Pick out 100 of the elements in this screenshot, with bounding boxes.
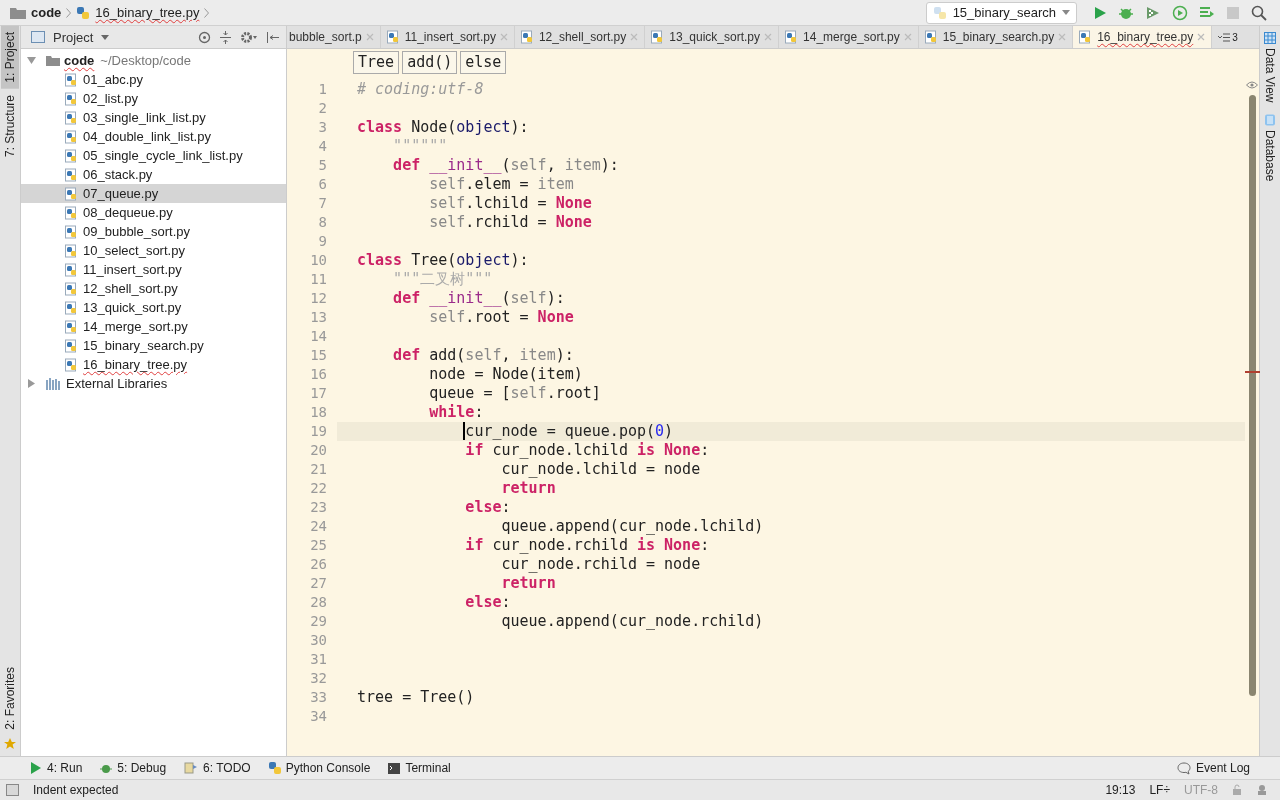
stop-icon[interactable] bbox=[1226, 5, 1240, 20]
library-icon bbox=[46, 377, 62, 390]
tree-item[interactable]: 04_double_link_list.py bbox=[21, 127, 286, 146]
code-line: cur_node.lchild = node bbox=[501, 460, 701, 478]
tree-item[interactable]: 13_quick_sort.py bbox=[21, 298, 286, 317]
coverage-icon[interactable] bbox=[1145, 4, 1161, 21]
run-icon[interactable] bbox=[1093, 5, 1107, 20]
cursor-position[interactable]: 19:13 bbox=[1105, 783, 1136, 797]
breadcrumb[interactable]: 16_binary_tree.py bbox=[95, 5, 200, 20]
search-icon[interactable] bbox=[1251, 4, 1267, 21]
python-file-icon bbox=[65, 338, 79, 353]
editor-tab[interactable]: 13_quick_sort.py bbox=[645, 26, 780, 48]
structure-breadcrumb[interactable]: add() bbox=[402, 51, 458, 74]
tree-item[interactable]: 06_stack.py bbox=[21, 165, 286, 184]
tree-item[interactable]: 05_single_cycle_link_list.py bbox=[21, 146, 286, 165]
list-icon[interactable] bbox=[1199, 5, 1215, 20]
python-icon bbox=[268, 762, 281, 774]
editor-tab[interactable]: 12_shell_sort.py bbox=[514, 26, 646, 48]
tool-window-button[interactable]: 6: TODO bbox=[184, 761, 251, 775]
editor-tab[interactable]: 16_binary_tree.py bbox=[1073, 26, 1213, 48]
code-line: def __init__(self): bbox=[393, 289, 565, 307]
tool-window-button[interactable]: 5: Debug bbox=[100, 761, 167, 775]
python-file-icon bbox=[65, 110, 79, 125]
tree-item[interactable]: 09_bubble_sort.py bbox=[21, 222, 286, 241]
tool-window-tab[interactable]: 7: Structure bbox=[1, 88, 19, 163]
editor-tab[interactable]: bubble_sort.p bbox=[287, 26, 381, 48]
tree-item[interactable]: code ~/Desktop/code bbox=[21, 51, 286, 70]
line-number: 21 bbox=[309, 460, 328, 479]
target-icon[interactable] bbox=[198, 30, 211, 44]
tool-window-tab[interactable]: 2: Favorites bbox=[1, 661, 19, 736]
close-icon[interactable] bbox=[365, 33, 374, 41]
status-message: Indent expected bbox=[33, 783, 119, 797]
tree-item[interactable]: 01_abc.py bbox=[21, 70, 286, 89]
line-number: 1 bbox=[317, 80, 328, 99]
tool-window-button[interactable]: Terminal bbox=[388, 761, 451, 775]
line-number: 19 bbox=[309, 422, 328, 441]
close-icon[interactable] bbox=[630, 33, 639, 41]
code-line: while: bbox=[429, 403, 484, 421]
tree-item[interactable]: External Libraries bbox=[21, 374, 286, 393]
settings-icon[interactable] bbox=[240, 30, 258, 44]
close-icon[interactable] bbox=[764, 33, 773, 41]
database-icon bbox=[1264, 114, 1276, 127]
tool-window-tab[interactable]: Database bbox=[1263, 108, 1277, 188]
tool-window-tab[interactable]: Data View bbox=[1263, 26, 1277, 109]
line-separator[interactable]: LF÷ bbox=[1149, 783, 1170, 797]
tab-overflow-button[interactable]: 3 bbox=[1212, 26, 1244, 48]
code-line: tree = Tree() bbox=[357, 688, 475, 706]
editor-tab[interactable]: 14_merge_sort.py bbox=[779, 26, 919, 48]
code-line: cur_node = queue.pop(0) bbox=[465, 422, 674, 440]
tool-window-button[interactable]: 4: Run bbox=[30, 761, 83, 775]
tree-item[interactable]: 08_dequeue.py bbox=[21, 203, 286, 222]
code-line: cur_node.rchild = node bbox=[501, 555, 701, 573]
tree-item[interactable]: 03_single_link_list.py bbox=[21, 108, 286, 127]
tree-item[interactable]: 12_shell_sort.py bbox=[21, 279, 286, 298]
code-line: self.rchild = None bbox=[429, 213, 592, 231]
tool-window-tab[interactable]: 1: Project bbox=[1, 26, 19, 89]
line-number: 23 bbox=[309, 498, 328, 517]
close-icon[interactable] bbox=[1197, 33, 1206, 41]
structure-breadcrumb[interactable]: else bbox=[460, 51, 507, 74]
list-icon bbox=[1218, 32, 1231, 42]
code-line: self.lchild = None bbox=[429, 194, 592, 212]
caret-icon[interactable] bbox=[101, 34, 110, 40]
expand-arrow-icon bbox=[27, 379, 36, 388]
close-icon[interactable] bbox=[1058, 33, 1067, 41]
code-line: def __init__(self, item): bbox=[393, 156, 619, 174]
tool-window-button[interactable]: Python Console bbox=[268, 761, 371, 775]
inspector-icon[interactable] bbox=[1256, 784, 1268, 796]
event-log-button[interactable]: Event Log bbox=[1176, 761, 1250, 775]
eye-icon[interactable] bbox=[1246, 81, 1258, 89]
line-number: 2 bbox=[317, 99, 328, 118]
panel-title[interactable]: Project bbox=[53, 29, 94, 45]
tree-item[interactable]: 16_binary_tree.py bbox=[21, 355, 286, 374]
lock-icon[interactable] bbox=[1232, 784, 1242, 796]
line-number: 16 bbox=[309, 365, 328, 384]
run-config-dropdown[interactable]: 15_binary_search bbox=[925, 1, 1077, 24]
structure-breadcrumb[interactable]: Tree bbox=[353, 51, 400, 74]
line-number: 4 bbox=[317, 137, 328, 156]
breadcrumb[interactable]: code bbox=[31, 5, 62, 20]
close-icon[interactable] bbox=[903, 33, 912, 41]
close-icon[interactable] bbox=[499, 33, 508, 41]
tree-item[interactable]: 11_insert_sort.py bbox=[21, 260, 286, 279]
panel-toggle-icon[interactable] bbox=[6, 784, 19, 796]
line-number: 30 bbox=[309, 631, 328, 650]
collapse-icon[interactable] bbox=[219, 30, 232, 44]
hide-panel-icon[interactable] bbox=[266, 30, 280, 44]
terminal-icon bbox=[388, 762, 401, 774]
chevron-icon bbox=[204, 7, 210, 18]
python-file-icon bbox=[65, 300, 79, 315]
folder-icon bbox=[10, 6, 26, 19]
editor-tab[interactable]: 15_binary_search.py bbox=[918, 26, 1074, 48]
tree-item[interactable]: 14_merge_sort.py bbox=[21, 317, 286, 336]
tree-item[interactable]: 10_select_sort.py bbox=[21, 241, 286, 260]
profile-icon[interactable] bbox=[1172, 4, 1188, 21]
tree-item[interactable]: 07_queue.py bbox=[21, 184, 286, 203]
editor-tab[interactable]: 11_insert_sort.py bbox=[380, 26, 515, 48]
line-number: 7 bbox=[317, 194, 328, 213]
tree-item[interactable]: 15_binary_search.py bbox=[21, 336, 286, 355]
tree-item[interactable]: 02_list.py bbox=[21, 89, 286, 108]
code-line: def add(self, item): bbox=[393, 346, 574, 364]
line-number: 13 bbox=[309, 308, 328, 327]
